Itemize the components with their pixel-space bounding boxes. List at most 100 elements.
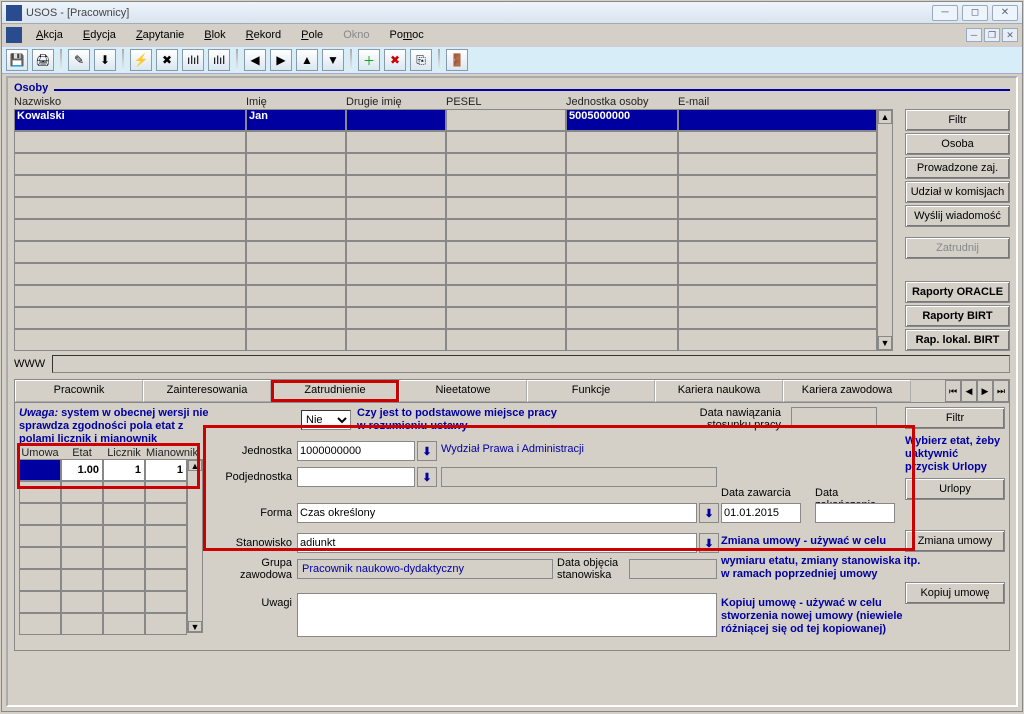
uwagi-label: Uwagi: [215, 597, 295, 609]
filtr2-button[interactable]: Filtr: [905, 407, 1005, 429]
tab-kariera-zawodowa[interactable]: Kariera zawodowa: [783, 380, 911, 402]
wiadomosc-button[interactable]: Wyślij wiadomość: [905, 205, 1010, 227]
tab-kariera-naukowa[interactable]: Kariera naukowa: [655, 380, 783, 402]
osoba-button[interactable]: Osoba: [905, 133, 1010, 155]
urlopy-button[interactable]: Urlopy: [905, 478, 1005, 500]
podjednostka-picker-icon[interactable]: ⬇: [417, 467, 437, 487]
print-icon[interactable]: 🖨: [32, 49, 54, 71]
podstawowe-select[interactable]: Nie: [301, 410, 351, 430]
app-icon: [6, 5, 22, 21]
mini-etat[interactable]: 1.00: [61, 459, 103, 481]
tab-funkcje[interactable]: Funkcje: [527, 380, 655, 402]
menu-akcja[interactable]: Akcja: [26, 27, 73, 43]
child-app-icon: [6, 27, 22, 43]
www-input[interactable]: [52, 355, 1010, 373]
cell-drugie[interactable]: [346, 109, 446, 131]
child-restore-button[interactable]: ❐: [984, 28, 1000, 42]
raporty-lokal-button[interactable]: Rap. lokal. BIRT: [905, 329, 1010, 351]
grid-headers: Nazwisko Imię Drugie imię PESEL Jednostk…: [14, 96, 1010, 108]
prowadzone-button[interactable]: Prowadzone zaj.: [905, 157, 1010, 179]
bars2-icon[interactable]: ılıl: [208, 49, 230, 71]
menu-edycja[interactable]: Edycja: [73, 27, 126, 43]
tab-zainteresowania[interactable]: Zainteresowania: [143, 380, 271, 402]
cell-jednostka-os[interactable]: 5005000000: [566, 109, 678, 131]
forma-picker-icon[interactable]: ⬇: [699, 503, 719, 523]
up-icon[interactable]: ▲: [296, 49, 318, 71]
prev-icon[interactable]: ◀: [244, 49, 266, 71]
mini-mianownik[interactable]: 1: [145, 459, 187, 481]
child-close-button[interactable]: ✕: [1002, 28, 1018, 42]
clear-icon[interactable]: ✎: [68, 49, 90, 71]
jednostka-picker-icon[interactable]: ⬇: [417, 441, 437, 461]
maximize-button[interactable]: ◻: [962, 5, 988, 21]
cell-imie[interactable]: Jan: [246, 109, 346, 131]
delete-icon[interactable]: ✖: [384, 49, 406, 71]
hdr-drugie: Drugie imię: [346, 96, 446, 108]
mini-umowa[interactable]: [19, 459, 61, 481]
add-icon[interactable]: ＋: [358, 49, 380, 71]
flash-icon[interactable]: ⚡: [130, 49, 152, 71]
mini-scroll-down-icon[interactable]: ▼: [188, 621, 202, 632]
tabbar: Pracownik Zainteresowania Zatrudnienie N…: [14, 379, 1010, 403]
data-zawarcia-field[interactable]: 01.01.2015: [721, 503, 801, 523]
tab-prev-icon[interactable]: ◀: [961, 380, 977, 402]
uwagi-field[interactable]: [297, 593, 717, 637]
data-zakonczenia-field[interactable]: [815, 503, 895, 523]
zatrudnij-button[interactable]: Zatrudnij: [905, 237, 1010, 259]
hdr-nazwisko: Nazwisko: [14, 96, 246, 108]
data-naw-field[interactable]: [791, 407, 877, 427]
copy-icon[interactable]: ⎘: [410, 49, 432, 71]
child-minimize-button[interactable]: ─: [966, 28, 982, 42]
stanowisko-field[interactable]: adiunkt: [297, 533, 697, 553]
cancel-query-icon[interactable]: ✖: [156, 49, 178, 71]
scroll-down-icon[interactable]: ▼: [878, 336, 892, 350]
menubar: Akcja Edycja Zapytanie Blok Rekord Pole …: [2, 24, 1022, 46]
zmiana-umowy-button[interactable]: Zmiana umowy: [905, 530, 1005, 552]
close-button[interactable]: ✕: [992, 5, 1018, 21]
down-icon[interactable]: ⬇: [94, 49, 116, 71]
bars1-icon[interactable]: ılıl: [182, 49, 204, 71]
menu-okno[interactable]: Okno: [333, 27, 379, 43]
kopiuj-hint: Kopiuj umowę - używać w celu stworzenia …: [721, 597, 921, 636]
menu-blok[interactable]: Blok: [194, 27, 235, 43]
menu-rekord[interactable]: Rekord: [236, 27, 291, 43]
scroll-up-icon[interactable]: ▲: [878, 110, 892, 124]
minimize-button[interactable]: ─: [932, 5, 958, 21]
exit-icon[interactable]: 🚪: [446, 49, 468, 71]
grupa-label: Grupa zawodowa: [215, 557, 295, 581]
raporty-birt-button[interactable]: Raporty BIRT: [905, 305, 1010, 327]
cell-pesel[interactable]: [446, 109, 566, 131]
next-icon[interactable]: ▶: [270, 49, 292, 71]
menu-zapytanie[interactable]: Zapytanie: [126, 27, 194, 43]
jednostka-field[interactable]: 1000000000: [297, 441, 415, 461]
save-icon[interactable]: 💾: [6, 49, 28, 71]
tab-nieetatowe[interactable]: Nieetatowe: [399, 380, 527, 402]
tab-next-icon[interactable]: ▶: [977, 380, 993, 402]
raporty-oracle-button[interactable]: Raporty ORACLE: [905, 281, 1010, 303]
data-objecia-field[interactable]: [629, 559, 717, 579]
menu-pole[interactable]: Pole: [291, 27, 333, 43]
filtr-button[interactable]: Filtr: [905, 109, 1010, 131]
komisje-button[interactable]: Udział w komisjach: [905, 181, 1010, 203]
tab-last-icon[interactable]: ⏭: [993, 380, 1009, 402]
tab-first-icon[interactable]: ⏮: [945, 380, 961, 402]
www-label: WWW: [14, 358, 52, 370]
tab-pracownik[interactable]: Pracownik: [15, 380, 143, 402]
down2-icon[interactable]: ▼: [322, 49, 344, 71]
tab-zatrudnienie[interactable]: Zatrudnienie: [271, 380, 399, 402]
grid-scrollbar[interactable]: ▲ ▼: [877, 109, 893, 351]
podjednostka-label: Podjednostka: [215, 471, 295, 483]
podstawowe-label: Czy jest to podstawowe miejsce pracy w r…: [357, 407, 567, 433]
mini-licznik[interactable]: 1: [103, 459, 145, 481]
podjednostka-field[interactable]: [297, 467, 415, 487]
forma-field[interactable]: Czas określony: [297, 503, 697, 523]
stanowisko-picker-icon[interactable]: ⬇: [699, 533, 719, 553]
mini-row[interactable]: 1.00 1 1: [19, 459, 201, 481]
forma-label: Forma: [215, 507, 295, 519]
data-row[interactable]: Kowalski Jan 5005000000: [14, 109, 877, 131]
mini-scrollbar[interactable]: ▲ ▼: [187, 459, 203, 633]
cell-nazwisko[interactable]: Kowalski: [14, 109, 246, 131]
menu-pomoc[interactable]: Pomoc: [379, 27, 433, 43]
mini-scroll-up-icon[interactable]: ▲: [188, 460, 202, 471]
cell-email[interactable]: [678, 109, 877, 131]
